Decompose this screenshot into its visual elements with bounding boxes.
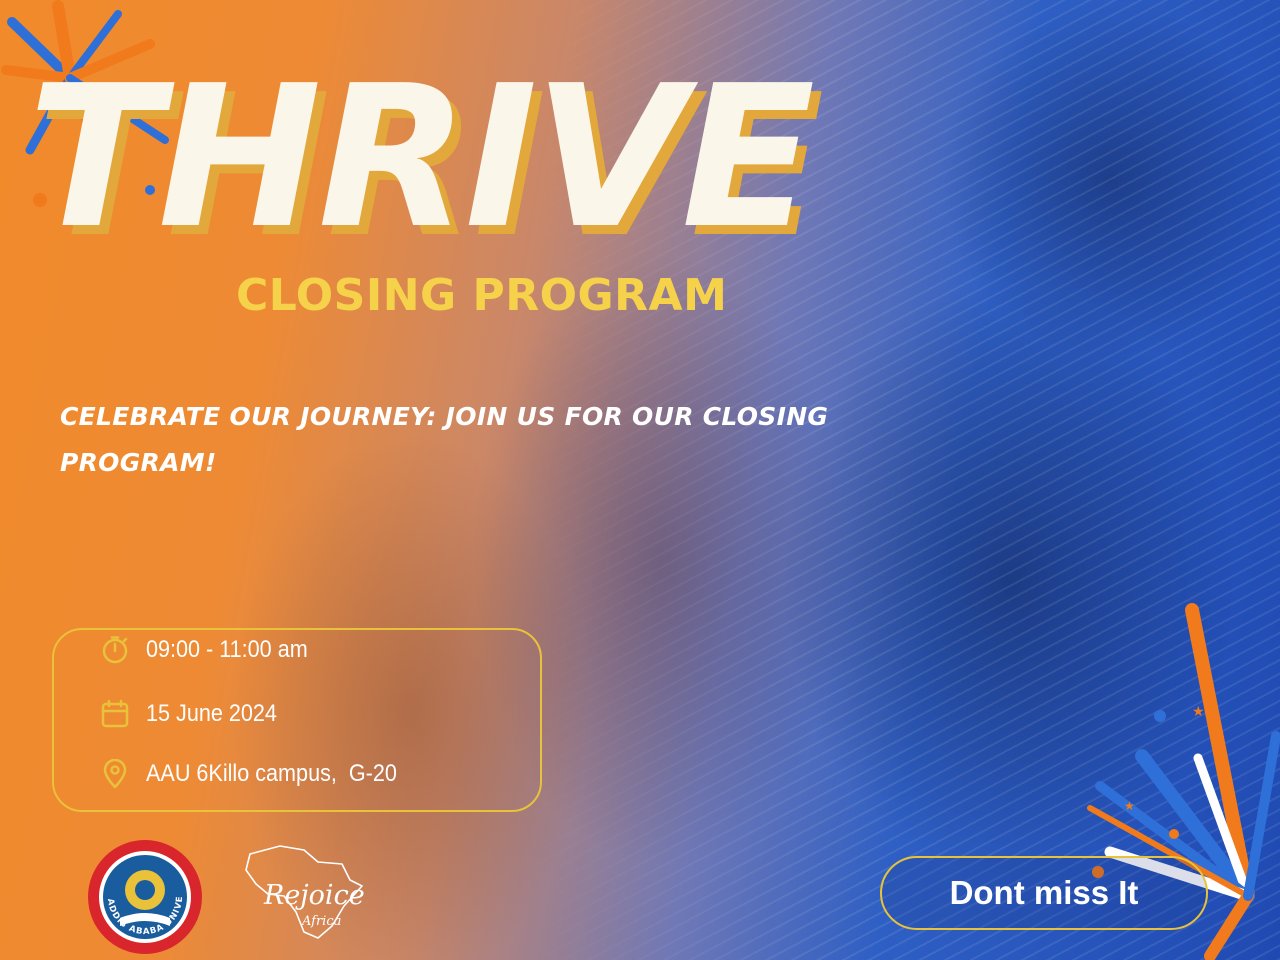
title-wrap: THRIVE [28,60,828,270]
addis-ababa-university-logo: ADDIS ABABA UNIVERSITY [86,838,202,954]
map-pin-icon [103,759,127,789]
date-text: 15 June 2024 [146,700,277,727]
time-text: 09:00 - 11:00 am [146,636,308,663]
time-row: 09:00 - 11:00 am [100,632,326,668]
rejoice-logo-sub: Africa [302,914,342,929]
event-subtitle: CLOSING PROGRAM [236,270,728,321]
svg-text:★: ★ [1124,799,1135,813]
date-row: 15 June 2024 [100,696,291,732]
location-row: AAU 6Killo campus, G-20 [100,756,425,792]
stopwatch-icon [102,636,128,664]
location-text: AAU 6Killo campus, G-20 [146,760,397,787]
event-title: THRIVE [28,44,815,272]
svg-text:★: ★ [1192,704,1205,720]
calendar-icon [101,699,129,728]
event-details-box: 09:00 - 11:00 am 15 June 2024 AAU 6Killo… [52,628,542,812]
event-tagline: CELEBRATE OUR JOURNEY: JOIN US FOR OUR C… [60,402,829,477]
dont-miss-it-button[interactable]: Dont miss It [880,856,1208,930]
rejoice-logo-name: Rejoice [264,880,365,911]
